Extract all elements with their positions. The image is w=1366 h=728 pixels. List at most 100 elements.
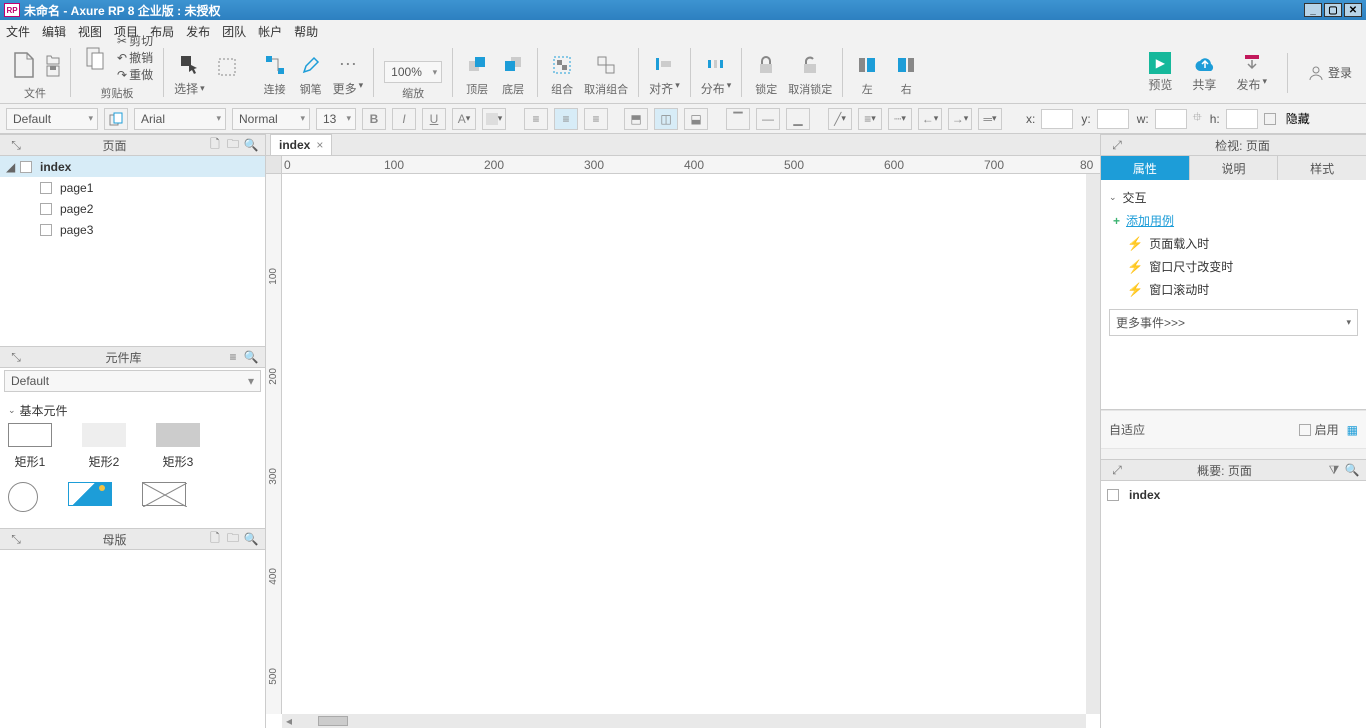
shape-image[interactable]	[68, 482, 112, 512]
library-combo[interactable]: Default	[4, 370, 261, 392]
cut-row[interactable]: ✂剪切	[117, 32, 153, 49]
border-top[interactable]: ▔	[726, 108, 750, 130]
group-icon[interactable]	[548, 51, 576, 79]
size-combo[interactable]: 13	[316, 108, 356, 130]
style-copy-icon[interactable]	[104, 108, 128, 130]
save-file-icon[interactable]	[46, 65, 60, 77]
menu-edit[interactable]: 编辑	[42, 23, 66, 40]
border-bot[interactable]: ▁	[786, 108, 810, 130]
h-field[interactable]	[1226, 109, 1258, 129]
lock-icon[interactable]	[752, 51, 780, 79]
valign-top[interactable]: ⬒	[624, 108, 648, 130]
search-icon[interactable]: 🔍	[243, 137, 259, 153]
vertical-scrollbar[interactable]	[1086, 174, 1100, 714]
add-folder-icon[interactable]: 🗀	[225, 531, 241, 547]
w-field[interactable]	[1155, 109, 1187, 129]
close-tab-icon[interactable]: ×	[316, 138, 323, 152]
style-combo[interactable]: Default	[6, 108, 98, 130]
connect-tool-icon[interactable]	[261, 51, 289, 79]
filter-icon[interactable]: ⧩	[1326, 462, 1342, 478]
pen-tool-icon[interactable]	[297, 51, 325, 79]
region-tool-icon[interactable]	[213, 53, 241, 81]
tree-item[interactable]: page2	[0, 198, 265, 219]
italic-button[interactable]: I	[392, 108, 416, 130]
menu-publish[interactable]: 发布	[186, 23, 210, 40]
line-width[interactable]: ≡▾	[858, 108, 882, 130]
login-button[interactable]: 登录	[1308, 64, 1352, 81]
collapse-icon[interactable]: ⤢	[1109, 462, 1125, 478]
tab-style[interactable]: 样式	[1278, 156, 1366, 180]
interactions-header[interactable]: ⌄交互	[1109, 186, 1358, 209]
underline-button[interactable]: U	[422, 108, 446, 130]
border-mid[interactable]: ―	[756, 108, 780, 130]
lock-wh-icon[interactable]: ⯐	[1193, 108, 1202, 129]
shape-rect2[interactable]: 矩形2	[82, 423, 126, 470]
more-events-combo[interactable]: 更多事件>>>▾	[1109, 309, 1358, 336]
align-left-text[interactable]: ≡	[524, 108, 548, 130]
enable-checkbox[interactable]	[1299, 424, 1311, 436]
select-tool-icon[interactable]	[175, 50, 203, 78]
close-button[interactable]: ✕	[1344, 3, 1362, 17]
distribute-icon[interactable]	[702, 50, 730, 78]
undo-row[interactable]: ↶撤销	[117, 49, 153, 66]
shape-ellipse[interactable]	[8, 482, 38, 512]
x-field[interactable]	[1041, 109, 1073, 129]
hidden-checkbox[interactable]	[1264, 113, 1276, 125]
search-icon[interactable]: 🔍	[243, 349, 259, 365]
valign-mid[interactable]: ◫	[654, 108, 678, 130]
shape-placeholder[interactable]	[142, 482, 186, 512]
collapse-icon[interactable]: ⤡	[8, 137, 24, 153]
menu-help[interactable]: 帮助	[294, 23, 318, 40]
tree-item[interactable]: page3	[0, 219, 265, 240]
lib-section[interactable]: ⌄基本元件	[8, 398, 257, 423]
unlock-icon[interactable]	[796, 51, 824, 79]
arrow-end[interactable]: →▾	[948, 108, 972, 130]
publish-button[interactable]: 发布▾	[1236, 52, 1267, 93]
collapse-icon[interactable]: ⤡	[8, 349, 24, 365]
align-right-icon[interactable]	[892, 51, 920, 79]
shape-rect3[interactable]: 矩形3	[156, 423, 200, 470]
y-field[interactable]	[1097, 109, 1129, 129]
preview-button[interactable]: ▶预览	[1148, 52, 1172, 93]
new-file-icon[interactable]	[10, 51, 38, 79]
event-page-load[interactable]: ⚡页面载入时	[1127, 232, 1358, 255]
tree-root[interactable]: ◢index	[0, 156, 265, 177]
add-folder-icon[interactable]: 🗀	[225, 137, 241, 153]
tab-properties[interactable]: 属性	[1101, 156, 1190, 180]
tab-notes[interactable]: 说明	[1190, 156, 1279, 180]
search-icon[interactable]: 🔍	[243, 531, 259, 547]
paste-icon[interactable]	[81, 44, 109, 72]
send-back-icon[interactable]	[499, 51, 527, 79]
outline-item[interactable]: index	[1107, 485, 1360, 505]
open-file-icon[interactable]	[46, 53, 60, 65]
line-style[interactable]: ┈▾	[888, 108, 912, 130]
align-right-text[interactable]: ≡	[584, 108, 608, 130]
shape-rect1[interactable]: 矩形1	[8, 423, 52, 470]
adaptive-settings-icon[interactable]: ▦	[1347, 423, 1358, 437]
event-window-scroll[interactable]: ⚡窗口滚动时	[1127, 278, 1358, 301]
menu-team[interactable]: 团队	[222, 23, 246, 40]
more-tools-icon[interactable]: ⋯	[334, 50, 362, 78]
ungroup-icon[interactable]	[592, 51, 620, 79]
maximize-button[interactable]: ▢	[1324, 3, 1342, 17]
zoom-combo[interactable]: 100%	[384, 61, 442, 83]
collapse-icon[interactable]: ⤡	[8, 531, 24, 547]
font-combo[interactable]: Arial	[134, 108, 226, 130]
collapse-icon[interactable]: ⤢	[1109, 137, 1125, 153]
align-left-icon[interactable]	[853, 51, 881, 79]
horizontal-scrollbar[interactable]: ◂	[282, 714, 1086, 728]
text-color-button[interactable]: A▾	[452, 108, 476, 130]
arrow-start[interactable]: ←▾	[918, 108, 942, 130]
search-icon[interactable]: 🔍	[1344, 462, 1360, 478]
event-window-resize[interactable]: ⚡窗口尺寸改变时	[1127, 255, 1358, 278]
weight-combo[interactable]: Normal	[232, 108, 310, 130]
canvas[interactable]	[282, 174, 1086, 714]
bold-button[interactable]: B	[362, 108, 386, 130]
canvas-area[interactable]: 0 100 200 300 400 500 600 700 80 100 200…	[266, 156, 1100, 728]
add-master-icon[interactable]: 🗋	[207, 531, 223, 547]
menu-icon[interactable]: ≡	[225, 349, 241, 365]
share-button[interactable]: 共享	[1192, 52, 1216, 93]
line-pattern[interactable]: ═▾	[978, 108, 1002, 130]
add-case[interactable]: +添加用例	[1113, 209, 1358, 232]
valign-bot[interactable]: ⬓	[684, 108, 708, 130]
